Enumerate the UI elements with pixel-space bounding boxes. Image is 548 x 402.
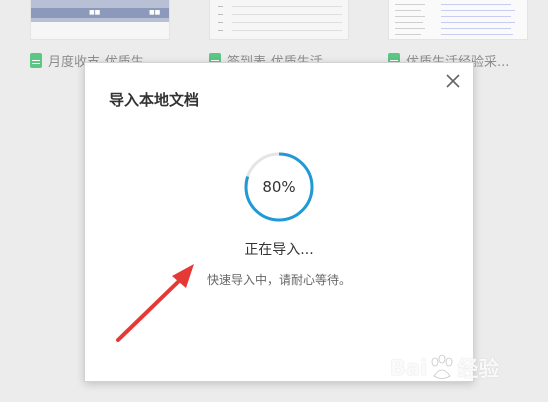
annotation-arrow-icon — [116, 264, 194, 342]
progress-percent: 80% — [262, 178, 296, 196]
file-thumbnail: ■■ ■■ — [30, 0, 170, 40]
watermark-text-left: Bai — [390, 356, 428, 380]
dialog-title: 导入本地文档 — [109, 91, 200, 109]
close-button[interactable] — [443, 71, 463, 91]
close-icon — [446, 74, 460, 88]
spreadsheet-icon — [30, 52, 42, 68]
status-text: 正在导入... — [244, 242, 314, 258]
file-thumbnail — [209, 0, 349, 40]
file-thumbnail — [388, 0, 528, 40]
paw-icon — [431, 354, 453, 379]
screen: ■■ ■■ 月度收支-优质生... 签到表-优质生活... — [0, 0, 548, 402]
watermark-text-right: 经验 — [457, 357, 500, 381]
watermark: Bai 经验 — [390, 338, 540, 398]
